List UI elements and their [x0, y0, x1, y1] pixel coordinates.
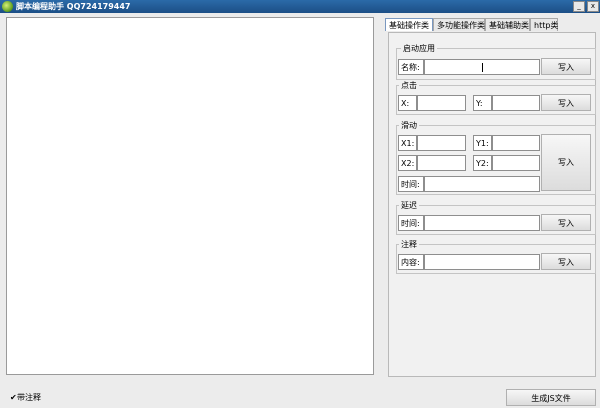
tab-basic-ops[interactable]: 基础操作类: [385, 18, 433, 31]
click-x-input[interactable]: [417, 95, 466, 111]
close-button[interactable]: x: [587, 1, 599, 12]
app-icon: [2, 1, 13, 12]
comment-title: 注释: [399, 240, 419, 249]
with-comments-label: 带注释: [17, 393, 41, 402]
swipe-x2-label: X2:: [398, 155, 417, 171]
swipe-x1-input[interactable]: [417, 135, 466, 151]
with-comments-checkbox[interactable]: ✔带注释: [10, 393, 41, 403]
click-y-input[interactable]: [492, 95, 540, 111]
swipe-x2-input[interactable]: [417, 155, 466, 171]
click-write-button[interactable]: 写入: [541, 94, 591, 111]
launch-app-title: 启动应用: [401, 44, 437, 53]
tab-basic-helper[interactable]: 基础辅助类: [485, 18, 530, 31]
click-y-label: Y:: [473, 95, 492, 111]
delay-title: 延迟: [399, 201, 419, 210]
comment-write-button[interactable]: 写入: [541, 253, 591, 270]
delay-time-input[interactable]: [424, 215, 540, 231]
delay-write-button[interactable]: 写入: [541, 214, 591, 231]
tab-multi-ops[interactable]: 多功能操作类: [433, 18, 485, 31]
title-bar: 脚本编程助手 QQ724179447 _ x: [0, 0, 600, 13]
tab-http[interactable]: http类: [530, 18, 558, 31]
minimize-button[interactable]: _: [573, 1, 585, 12]
checkmark-icon: ✔: [10, 393, 17, 402]
script-editor[interactable]: [6, 17, 374, 375]
swipe-y2-label: Y2:: [473, 155, 492, 171]
swipe-time-input[interactable]: [424, 176, 540, 192]
click-x-label: X:: [398, 95, 417, 111]
launch-app-write-button[interactable]: 写入: [541, 58, 591, 75]
swipe-write-button[interactable]: 写入: [541, 134, 591, 191]
generate-js-button[interactable]: 生成JS文件: [506, 389, 596, 406]
swipe-time-label: 时间:: [398, 176, 424, 192]
swipe-y1-input[interactable]: [492, 135, 540, 151]
comment-content-label: 内容:: [398, 254, 424, 270]
window-title: 脚本编程助手 QQ724179447: [16, 2, 131, 11]
text-cursor: [482, 63, 483, 72]
click-title: 点击: [399, 81, 419, 90]
app-name-label: 名称:: [398, 59, 424, 75]
swipe-x1-label: X1:: [398, 135, 417, 151]
swipe-y1-label: Y1:: [473, 135, 492, 151]
delay-time-label: 时间:: [398, 215, 424, 231]
app-name-input[interactable]: [424, 59, 540, 75]
swipe-title: 滑动: [399, 121, 419, 130]
swipe-y2-input[interactable]: [492, 155, 540, 171]
comment-content-input[interactable]: [424, 254, 540, 270]
